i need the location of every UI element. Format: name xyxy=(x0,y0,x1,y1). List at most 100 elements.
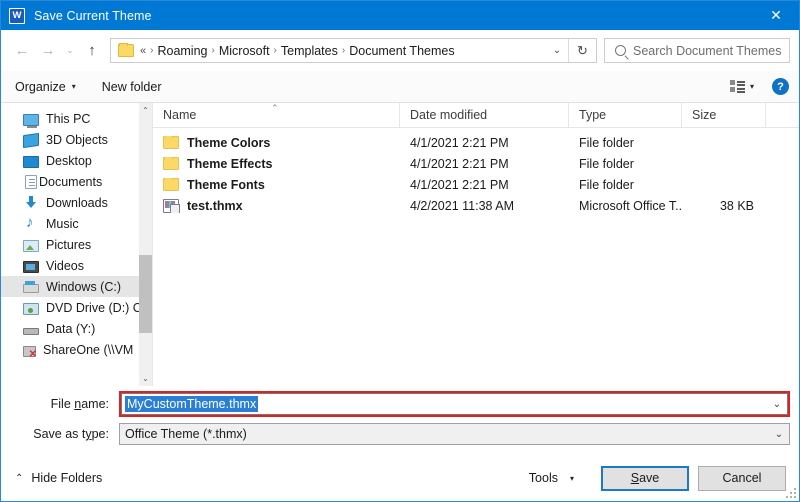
search-placeholder: Search Document Themes xyxy=(633,43,782,58)
breadcrumb-separator: › xyxy=(211,45,215,56)
organize-label: Organize xyxy=(15,79,66,94)
table-row[interactable]: Theme Colors 4/1/2021 2:21 PM File folde… xyxy=(153,132,799,153)
file-name-label-pre: File xyxy=(50,397,75,411)
breadcrumb-item-templates[interactable]: Templates xyxy=(281,44,338,58)
save-as-type-value: Office Theme (*.thmx) xyxy=(125,427,247,441)
change-view-button[interactable]: ▾ xyxy=(729,80,754,93)
sort-ascending-icon: ⌃ xyxy=(271,103,279,113)
column-header-date-modified[interactable]: Date modified xyxy=(400,102,569,128)
table-row[interactable]: Theme Fonts 4/1/2021 2:21 PM File folder xyxy=(153,174,799,195)
column-header-type[interactable]: Type xyxy=(569,102,682,128)
sidebar-item-shareone[interactable]: ShareOne (\\VM xyxy=(1,339,139,360)
file-name-cell: Theme Fonts xyxy=(153,177,400,192)
folder-icon xyxy=(163,135,179,149)
new-folder-button[interactable]: New folder xyxy=(102,80,162,94)
file-name-input[interactable]: MyCustomTheme.thmx ⌄ xyxy=(121,393,788,415)
breadcrumb-separator: › xyxy=(273,45,277,56)
save-button[interactable]: Save xyxy=(601,465,689,491)
chevron-down-icon[interactable]: ⌄ xyxy=(767,393,787,415)
hard-disk-icon xyxy=(23,327,39,335)
chevron-up-icon: ⌃ xyxy=(15,472,24,484)
search-input[interactable]: Search Document Themes xyxy=(604,38,790,63)
file-name: test.thmx xyxy=(187,198,243,213)
file-name-cell: Theme Colors xyxy=(153,135,400,150)
sidebar-item-data-y[interactable]: Data (Y:) xyxy=(1,318,139,339)
sidebar-item-pictures[interactable]: Pictures xyxy=(1,234,139,255)
dialog-body: This PC 3D Objects Desktop Documents Dow… xyxy=(1,102,799,386)
file-size: 38 KB xyxy=(719,198,754,213)
3d-objects-icon xyxy=(23,132,39,149)
table-row[interactable]: test.thmx 4/2/2021 11:38 AM Microsoft Of… xyxy=(153,195,799,216)
address-bar[interactable]: « › Roaming › Microsoft › Templates › Do… xyxy=(110,38,597,63)
pictures-icon xyxy=(23,239,39,252)
back-icon[interactable]: ← xyxy=(9,38,35,64)
sidebar-item-windows-c[interactable]: Windows (C:) xyxy=(1,276,139,297)
table-row[interactable]: Theme Effects 4/1/2021 2:21 PM File fold… xyxy=(153,153,799,174)
save-as-type-row: Save as type: Office Theme (*.thmx) ⌄ xyxy=(10,421,790,447)
scroll-down-icon[interactable]: ⌄ xyxy=(139,371,152,386)
tools-button[interactable]: Tools ▾ xyxy=(529,471,574,485)
forward-icon[interactable]: → xyxy=(35,38,61,64)
sidebar-item-label: 3D Objects xyxy=(46,132,108,147)
hide-folders-label: Hide Folders xyxy=(31,471,103,485)
file-name-cell: Theme Effects xyxy=(153,156,400,171)
dialog-footer: ⌃ Hide Folders Tools ▾ Save Cancel xyxy=(1,455,799,501)
dialog-title: Save Current Theme xyxy=(34,8,152,23)
tools-label: Tools xyxy=(528,471,558,485)
chevron-down-icon: ▾ xyxy=(569,473,574,483)
sidebar-item-videos[interactable]: Videos xyxy=(1,255,139,276)
drive-icon xyxy=(23,281,39,293)
breadcrumb-item-document-themes[interactable]: Document Themes xyxy=(349,44,454,58)
search-icon xyxy=(615,45,626,56)
file-name-label: File name: xyxy=(10,397,119,411)
help-icon[interactable]: ? xyxy=(772,78,789,95)
organize-button[interactable]: Organize ▾ xyxy=(15,80,76,94)
file-type: File folder xyxy=(579,156,634,171)
save-as-type-label-pre: Save as t xyxy=(33,427,86,441)
chevron-down-icon[interactable]: ⌄ xyxy=(769,429,789,440)
sidebar-item-desktop[interactable]: Desktop xyxy=(1,150,139,171)
hide-folders-button[interactable]: ⌃ Hide Folders xyxy=(15,471,102,485)
desktop-icon xyxy=(23,155,39,168)
breadcrumb-overflow[interactable]: « xyxy=(140,45,146,57)
chevron-down-icon[interactable]: ⌄ xyxy=(546,39,568,62)
save-as-type-dropdown[interactable]: Office Theme (*.thmx) ⌄ xyxy=(119,423,790,445)
save-as-type-label: Save as type: xyxy=(10,427,119,441)
file-name: Theme Fonts xyxy=(187,177,265,192)
sidebar-item-3d-objects[interactable]: 3D Objects xyxy=(1,129,139,150)
scroll-up-icon[interactable]: ⌃ xyxy=(139,103,152,118)
cancel-button[interactable]: Cancel xyxy=(698,465,786,491)
sidebar-item-downloads[interactable]: Downloads xyxy=(1,192,139,213)
resize-grip[interactable] xyxy=(786,488,796,498)
file-name-label-post: ame: xyxy=(81,397,109,411)
documents-icon xyxy=(25,174,37,189)
save-current-theme-dialog: W Save Current Theme ✕ ← → ⌄ ↑ « › Roami… xyxy=(0,0,800,502)
sidebar-item-music[interactable]: Music xyxy=(1,213,139,234)
dvd-drive-icon xyxy=(23,302,39,315)
thmx-file-icon xyxy=(163,198,180,213)
file-name: Theme Effects xyxy=(187,156,273,171)
scrollbar-thumb[interactable] xyxy=(139,254,152,334)
sidebar-item-label: Desktop xyxy=(46,153,92,168)
file-type: File folder xyxy=(579,135,634,150)
sidebar-item-dvd-drive-d[interactable]: DVD Drive (D:) C xyxy=(1,297,139,318)
close-icon[interactable]: ✕ xyxy=(753,1,799,30)
file-name-error-outline: MyCustomTheme.thmx ⌄ xyxy=(119,391,790,417)
breadcrumb-item-microsoft[interactable]: Microsoft xyxy=(219,44,270,58)
breadcrumb-item-roaming[interactable]: Roaming xyxy=(157,44,207,58)
command-toolbar: Organize ▾ New folder ▾ ? xyxy=(1,71,799,103)
sidebar-scrollbar[interactable]: ⌃ ⌄ xyxy=(139,103,152,386)
file-type: Microsoft Office T... xyxy=(579,198,682,213)
sidebar-item-documents[interactable]: Documents xyxy=(1,171,139,192)
refresh-icon[interactable]: ↻ xyxy=(568,39,596,62)
sidebar-item-this-pc[interactable]: This PC xyxy=(1,108,139,129)
up-one-level-icon[interactable]: ↑ xyxy=(79,38,105,64)
scrollbar-track[interactable] xyxy=(139,118,152,371)
downloads-icon xyxy=(23,195,39,211)
file-name-cell: test.thmx xyxy=(153,198,400,213)
sidebar-item-label: DVD Drive (D:) C xyxy=(46,300,139,315)
column-header-size[interactable]: Size xyxy=(682,102,766,128)
file-name-value[interactable]: MyCustomTheme.thmx xyxy=(125,396,259,412)
recent-locations-icon[interactable]: ⌄ xyxy=(61,38,79,64)
list-view-icon xyxy=(729,80,745,93)
